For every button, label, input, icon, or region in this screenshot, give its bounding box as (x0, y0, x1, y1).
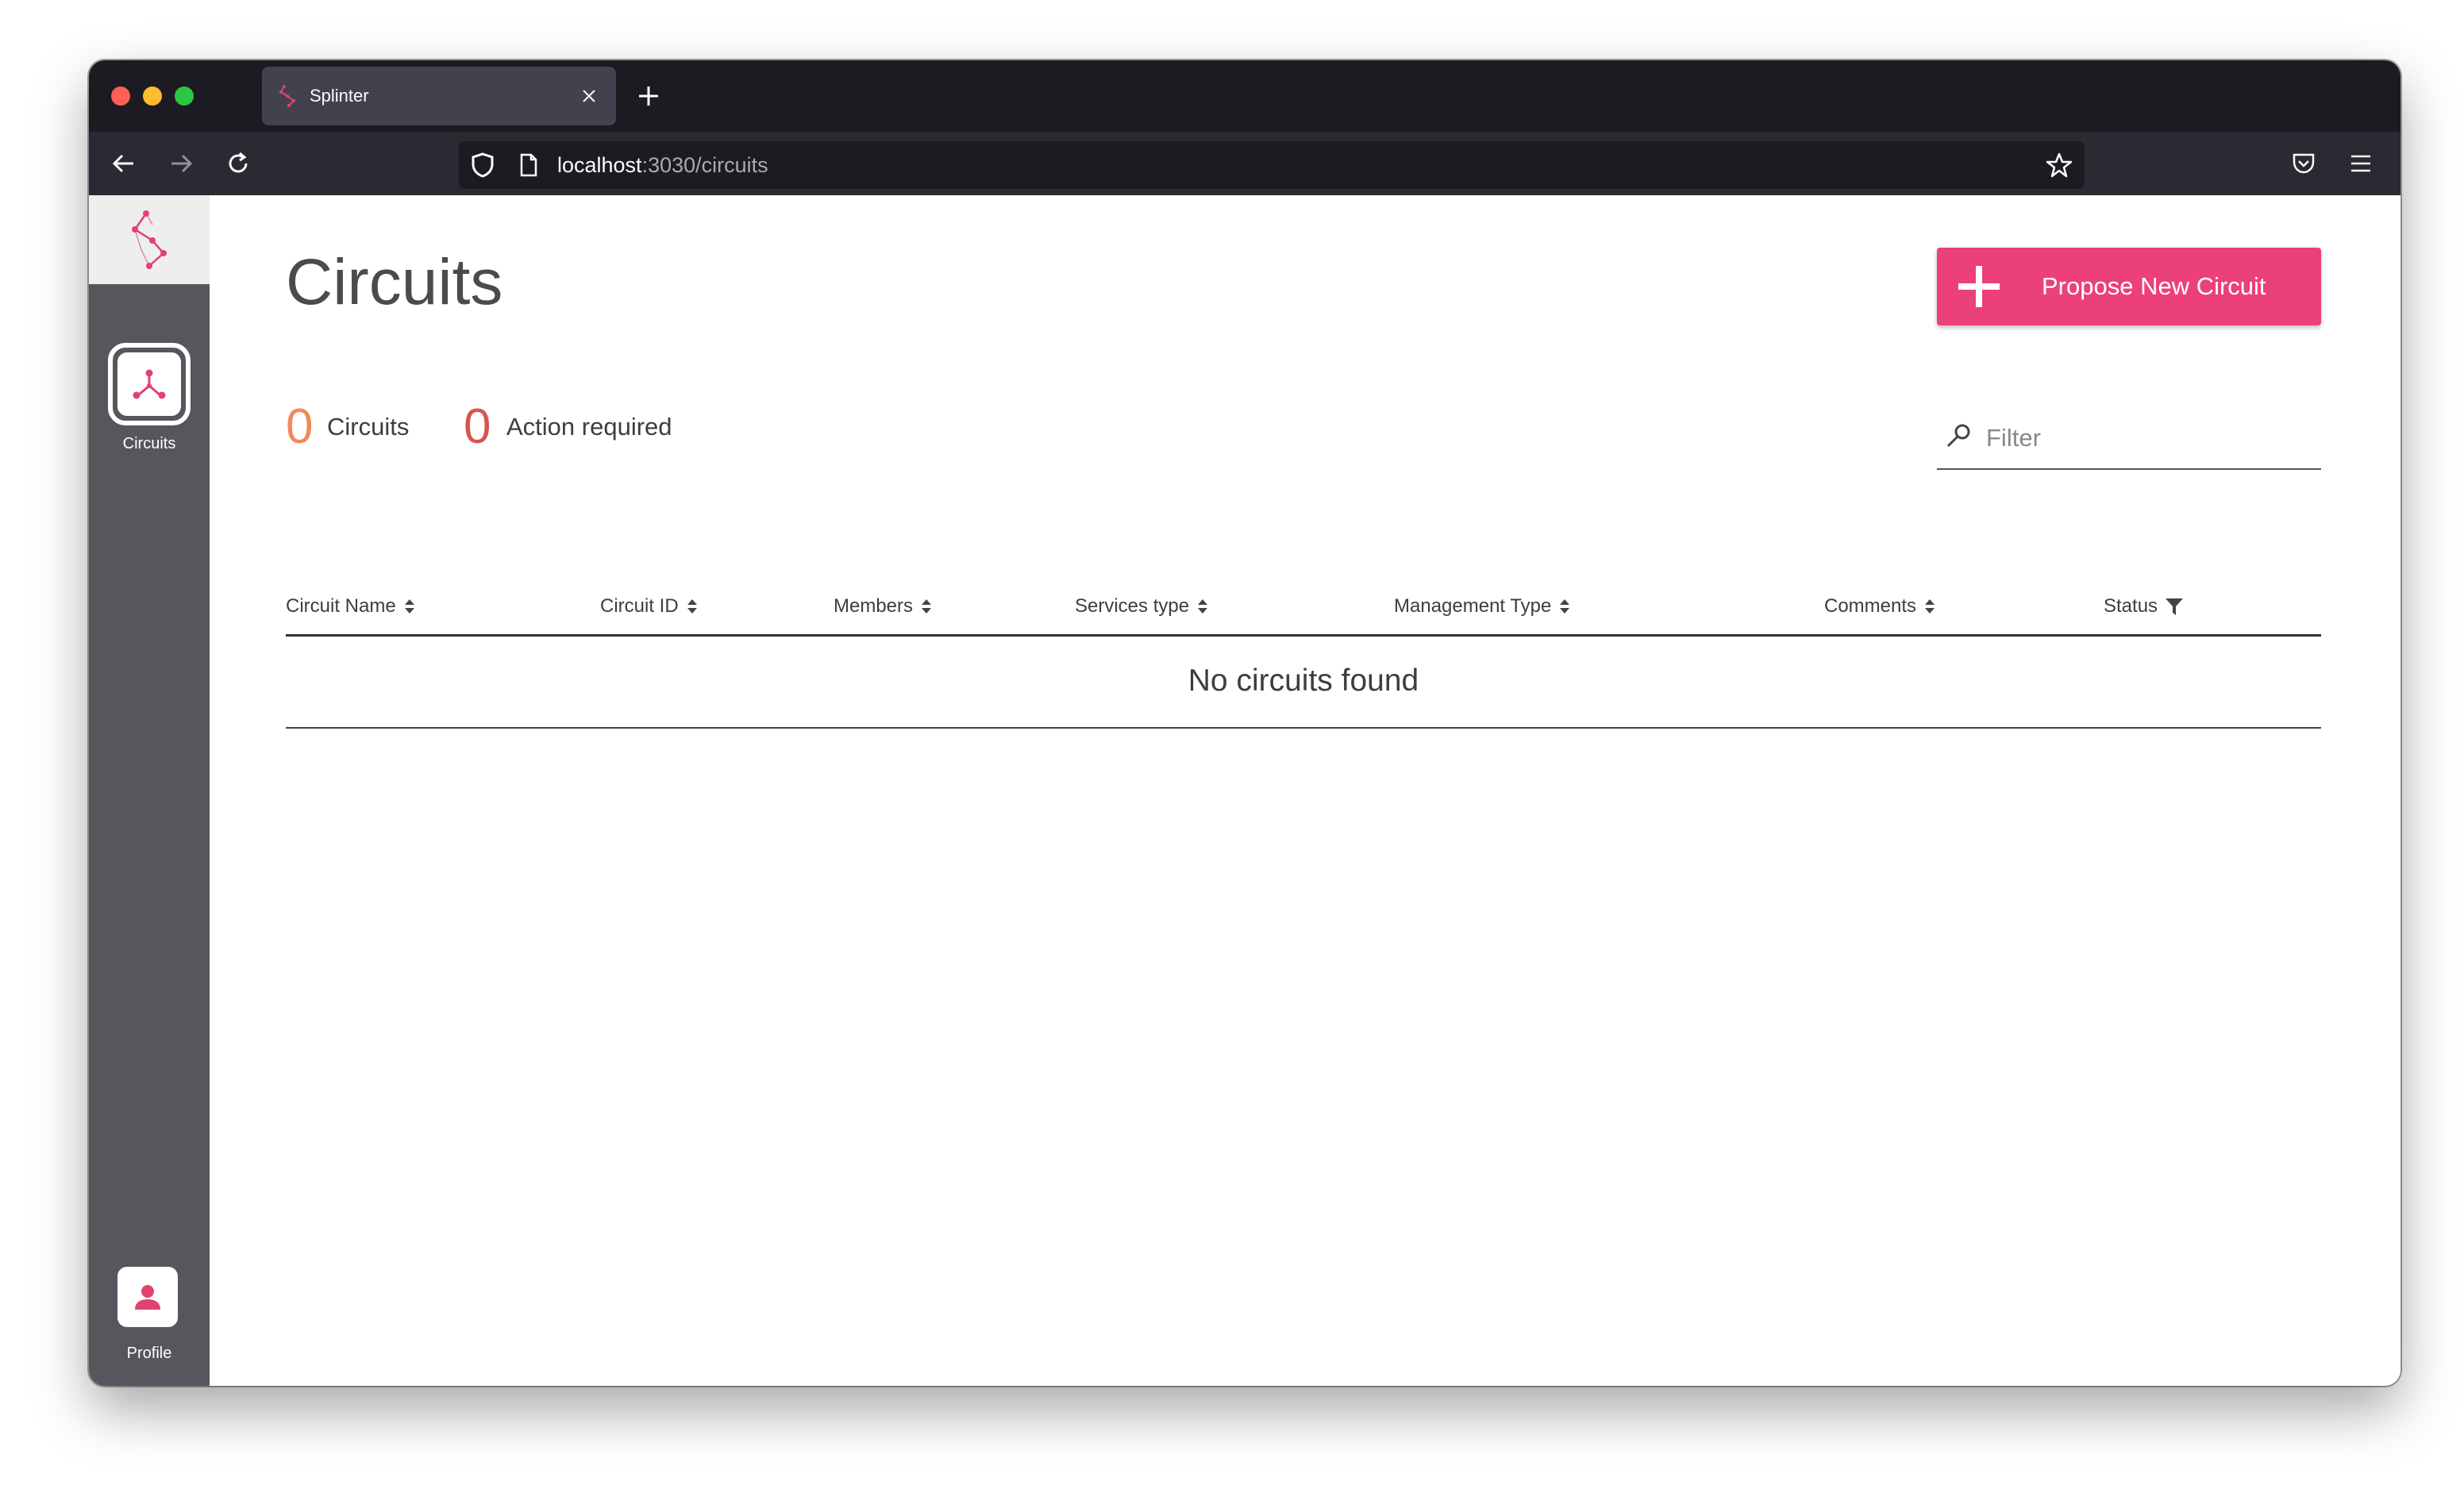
column-label: Status (2104, 595, 2158, 617)
sort-icon (922, 599, 932, 614)
tab-title: Splinter (310, 86, 369, 106)
url-host: localhost (557, 153, 642, 177)
sidebar-item-profile[interactable]: Profile (89, 1267, 210, 1378)
minimize-window-button[interactable] (143, 87, 162, 106)
hamburger-menu-icon[interactable] (2342, 144, 2380, 183)
navigation-bar: localhost:3030/circuits (89, 132, 2400, 195)
search-icon (1946, 424, 1970, 448)
page-title: Circuits (286, 246, 503, 318)
column-header-management-type[interactable]: Management Type (1394, 584, 1570, 629)
column-header-services-type[interactable]: Services type (1075, 584, 1208, 629)
sidebar-item-label: Circuits (122, 435, 176, 452)
back-arrow-icon[interactable] (105, 144, 143, 183)
action-required-count: 0 (464, 399, 491, 454)
column-label: Circuit Name (286, 595, 396, 617)
sort-icon (1925, 599, 1935, 614)
sidebar-item-circuits[interactable]: Circuits (89, 343, 210, 462)
url-bar[interactable]: localhost:3030/circuits (459, 141, 2085, 189)
bookmark-star-icon[interactable] (2043, 149, 2075, 181)
url-path: :3030/circuits (641, 153, 768, 177)
table-header: Circuit Name Circuit ID Members Services… (286, 584, 2321, 637)
shield-icon[interactable] (468, 151, 497, 179)
browser-tab[interactable]: Splinter (262, 67, 616, 125)
sort-icon (404, 599, 414, 614)
column-header-status[interactable]: Status (2104, 584, 2185, 629)
filter-funnel-icon[interactable] (2164, 596, 2185, 617)
forward-arrow-icon[interactable] (162, 144, 200, 183)
url-text[interactable]: localhost:3030/circuits (557, 141, 768, 189)
sort-icon (1198, 599, 1208, 614)
sort-icon (1560, 599, 1570, 614)
column-label: Services type (1075, 595, 1190, 617)
pocket-icon[interactable] (2285, 144, 2323, 183)
splinter-favicon-icon (279, 85, 295, 107)
column-header-members[interactable]: Members (834, 584, 932, 629)
column-label: Members (834, 595, 914, 617)
column-header-circuit-name[interactable]: Circuit Name (286, 584, 415, 629)
plus-icon (1958, 266, 2000, 307)
filter-field[interactable] (1937, 406, 2321, 470)
reload-icon[interactable] (219, 144, 257, 183)
page-icon[interactable] (514, 151, 543, 179)
column-label: Circuit ID (600, 595, 679, 617)
splinter-logo-icon[interactable] (89, 195, 210, 284)
sidebar-item-profile-tile (117, 1267, 178, 1327)
action-required-label: Action required (506, 413, 672, 441)
propose-new-circuit-label: Propose New Circuit (2042, 272, 2266, 300)
circuits-count-label: Circuits (327, 413, 410, 441)
sort-icon (687, 599, 697, 614)
circuits-table: Circuit Name Circuit ID Members Services… (286, 584, 2321, 729)
column-label: Comments (1824, 595, 1917, 617)
tab-close-icon[interactable] (573, 80, 605, 112)
column-header-comments[interactable]: Comments (1824, 584, 1935, 629)
sidebar-item-circuits-tile (108, 343, 191, 425)
column-label: Management Type (1394, 595, 1552, 617)
sidebar: Circuits Profile (89, 195, 210, 1386)
close-window-button[interactable] (111, 87, 130, 106)
title-bar: Splinter (89, 60, 2400, 132)
filter-input[interactable] (1985, 417, 2302, 459)
circuits-count: 0 (286, 399, 314, 454)
person-icon (135, 1285, 160, 1310)
empty-table-message: No circuits found (286, 637, 2321, 729)
zoom-window-button[interactable] (175, 87, 194, 106)
browser-window: Splinter localhost:3030/circuits Circuit… (89, 60, 2400, 1386)
propose-new-circuit-button[interactable]: Propose New Circuit (1937, 248, 2321, 325)
column-header-circuit-id[interactable]: Circuit ID (600, 584, 698, 629)
main-content: Circuits Propose New Circuit 0 Circuits … (210, 195, 2400, 1386)
sidebar-item-label: Profile (126, 1345, 172, 1362)
new-tab-icon[interactable] (629, 76, 668, 116)
circuits-icon (133, 369, 166, 399)
